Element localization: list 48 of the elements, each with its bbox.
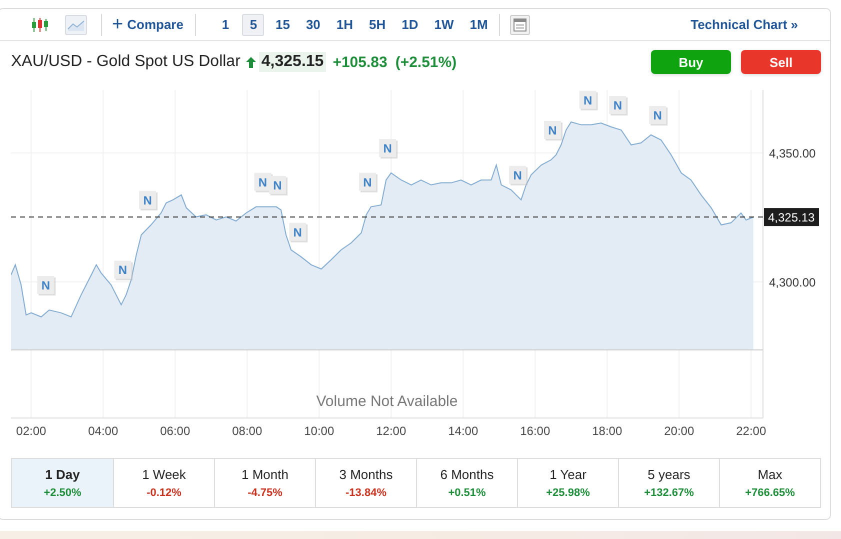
- annotation: N: [258, 175, 268, 190]
- axis-label: 4,300.00: [769, 275, 816, 290]
- percent-change: (+2.51%): [395, 54, 457, 70]
- annotation: N: [273, 178, 282, 192]
- interval-button[interactable]: 30: [300, 14, 326, 36]
- axis-label: 10:00: [304, 424, 334, 438]
- annotation: N: [363, 175, 372, 190]
- instrument-title: XAU/USD - Gold Spot US Dollar: [11, 53, 240, 71]
- annotation: N: [41, 278, 50, 292]
- axis-label: 08:00: [232, 424, 262, 438]
- axis-label: 14:00: [448, 424, 478, 438]
- axis-label: 16:00: [520, 424, 550, 438]
- volume-note: Volume Not Available: [316, 393, 458, 410]
- annotation: N: [143, 193, 152, 208]
- last-price: 4,325.15: [259, 52, 326, 72]
- axis-label: 06:00: [160, 424, 190, 438]
- interval-button[interactable]: 1M: [464, 14, 493, 36]
- area-chart-button[interactable]: [65, 14, 87, 34]
- annotation: N: [118, 263, 128, 278]
- compare-button[interactable]: + Compare: [112, 15, 196, 34]
- axis-label: 4,350.00: [769, 146, 816, 160]
- axis-label: 12:00: [376, 424, 406, 438]
- axis-label: 02:00: [16, 424, 46, 438]
- annotation: N: [583, 93, 592, 108]
- interval-button[interactable]: 1W: [429, 14, 459, 36]
- interval-button[interactable]: 1: [214, 14, 236, 36]
- current-price-label: 4,325.13: [764, 208, 819, 226]
- annotation: N: [613, 98, 622, 112]
- interval-button[interactable]: 1H: [331, 14, 358, 36]
- axis-label: 20:00: [664, 424, 694, 438]
- interval-button[interactable]: 15: [270, 14, 295, 36]
- interval-button[interactable]: 5: [242, 14, 264, 36]
- annotation: N: [513, 168, 522, 182]
- axis-label: 04:00: [88, 424, 118, 438]
- axis-label: 18:00: [592, 424, 622, 438]
- period-tab[interactable]: 1 Day +2.50%: [12, 459, 113, 507]
- price-change: +105.83: [332, 54, 388, 70]
- annotation: N: [653, 108, 662, 123]
- annotation: N: [293, 225, 302, 240]
- axis-label: 22:00: [736, 424, 766, 438]
- table-view-button[interactable]: [510, 14, 530, 34]
- annotation: N: [383, 142, 392, 156]
- ref-line-label: 4,325.13: [768, 210, 816, 225]
- interval-button[interactable]: 1D: [396, 14, 424, 36]
- interval-button[interactable]: 5H: [364, 14, 391, 36]
- sell-button[interactable]: Sell: [741, 50, 821, 74]
- technical-chart-link[interactable]: Technical Chart »: [690, 17, 798, 32]
- annotation: N: [548, 123, 557, 138]
